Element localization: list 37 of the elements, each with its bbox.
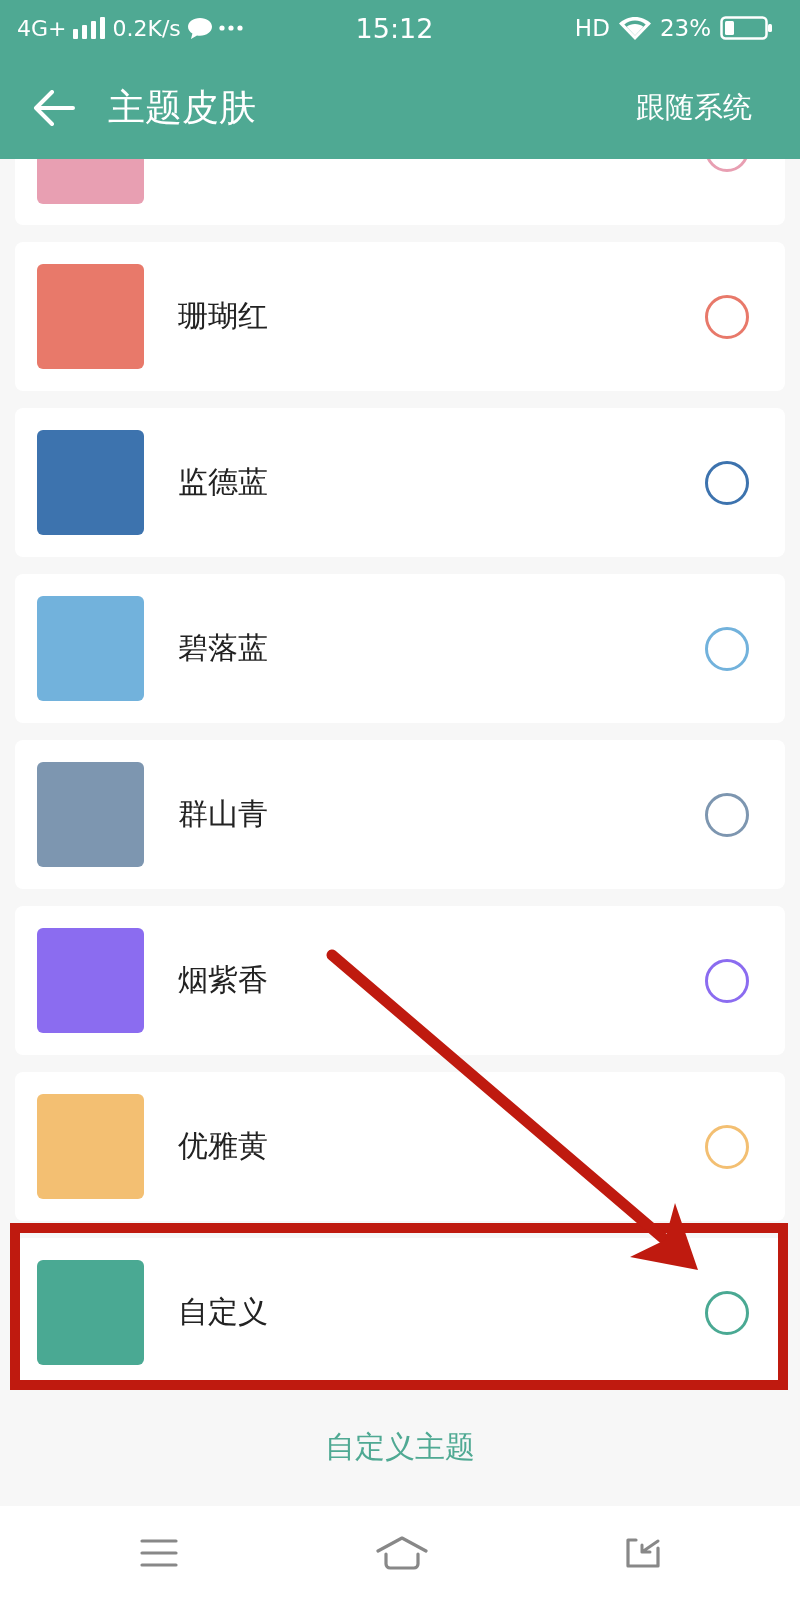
theme-option[interactable]: 监德蓝 xyxy=(15,408,785,557)
hd-indicator: HD xyxy=(574,15,610,41)
chat-bubble-icon xyxy=(187,17,212,39)
back-arrow-icon[interactable] xyxy=(33,89,75,126)
theme-name: 珊瑚红 xyxy=(178,297,268,335)
theme-name: 烟紫香 xyxy=(178,961,268,999)
radio-button[interactable] xyxy=(705,792,749,837)
network-speed: 0.2K/s xyxy=(112,15,181,41)
theme-option[interactable]: 烟紫香 xyxy=(15,906,785,1055)
page-title: 主题皮肤 xyxy=(108,84,257,131)
theme-name: 群山青 xyxy=(178,795,268,833)
radio-button[interactable] xyxy=(705,460,749,505)
theme-name: 监德蓝 xyxy=(178,463,268,501)
radio-button[interactable] xyxy=(705,1290,749,1335)
home-icon[interactable] xyxy=(376,1536,428,1570)
clock-time: 15:12 xyxy=(355,12,434,44)
radio-button[interactable] xyxy=(705,294,749,339)
radio-button[interactable] xyxy=(705,159,749,172)
network-type: 4G+ xyxy=(17,15,67,41)
theme-name: 优雅黄 xyxy=(178,1127,268,1165)
radio-button[interactable] xyxy=(705,958,749,1003)
signal-icon xyxy=(73,17,106,39)
theme-name: 碧落蓝 xyxy=(178,629,268,667)
battery-percent: 23% xyxy=(659,15,711,41)
battery-icon xyxy=(720,16,772,40)
radio-button[interactable] xyxy=(705,1124,749,1169)
theme-option[interactable]: 优雅黄 xyxy=(15,1072,785,1221)
wifi-icon xyxy=(618,16,651,40)
radio-button[interactable] xyxy=(705,626,749,671)
theme-name: 自定义 xyxy=(178,1293,268,1331)
theme-option[interactable] xyxy=(15,159,785,225)
menu-icon[interactable] xyxy=(140,1539,178,1567)
back-icon[interactable] xyxy=(626,1538,660,1568)
theme-option[interactable]: 珊瑚红 xyxy=(15,242,785,391)
more-dots-icon xyxy=(218,25,243,31)
theme-option[interactable]: 群山青 xyxy=(15,740,785,889)
theme-option[interactable]: 碧落蓝 xyxy=(15,574,785,723)
